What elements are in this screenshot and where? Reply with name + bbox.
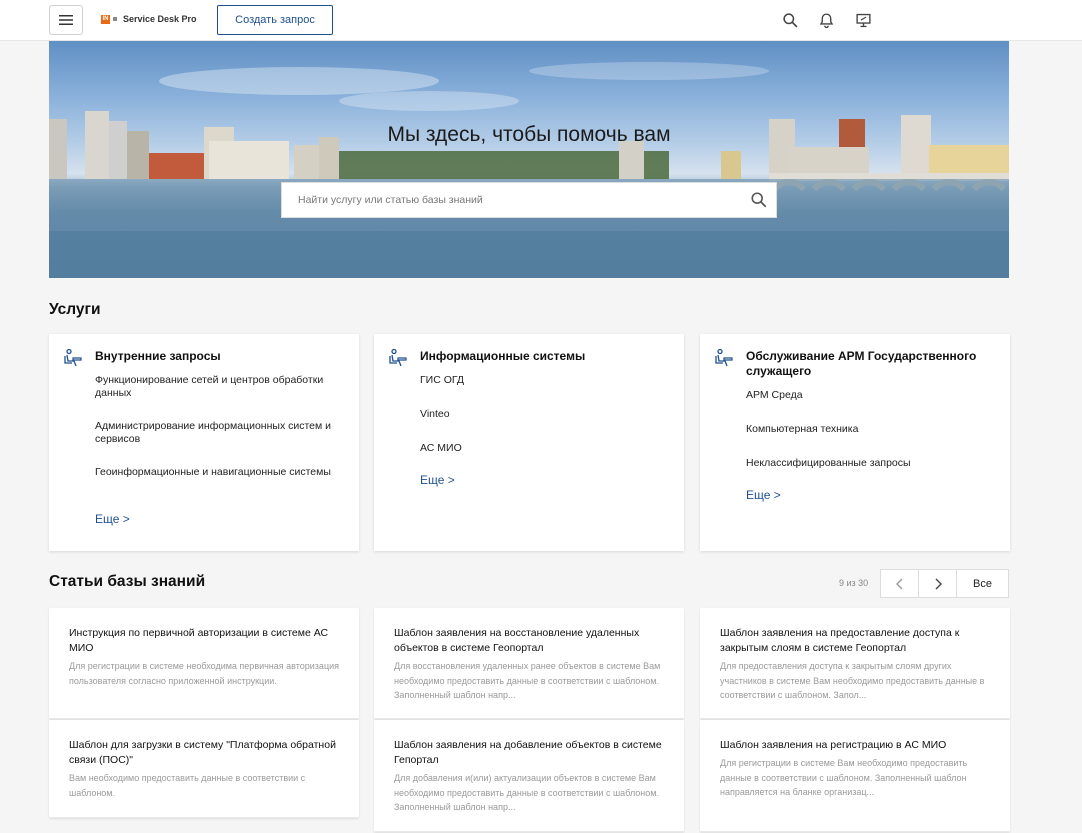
logo[interactable]: IN Service Desk Pro [101, 14, 197, 24]
article-card[interactable]: Шаблон для загрузки в систему "Платформа… [49, 720, 359, 818]
hero-search-box [281, 182, 777, 218]
chevron-right-icon [935, 578, 942, 589]
city-panorama-image [49, 62, 1009, 278]
search-icon [782, 12, 797, 27]
article-description: Для регистрации в системе Вам необходимо… [720, 758, 968, 797]
article-description: Для добавления и(или) актуализации объек… [394, 773, 659, 812]
remote-desktop-button[interactable] [853, 10, 873, 30]
service-list: АРМ Среда Компьютерная техника Неклассиф… [746, 389, 986, 470]
article-title: Инструкция по первичной авторизации в си… [69, 627, 329, 654]
bell-icon [819, 12, 833, 28]
article-card[interactable]: Шаблон заявления на предоставление досту… [700, 608, 1010, 719]
create-request-button[interactable]: Создать запрос [217, 5, 333, 35]
article-title: Шаблон заявления на добавление объектов … [394, 739, 662, 766]
service-link[interactable]: Функционирование сетей и центров обработ… [95, 374, 335, 400]
service-link[interactable]: Администрирование информационных систем … [95, 420, 335, 446]
article-card[interactable]: Инструкция по первичной авторизации в си… [49, 608, 359, 719]
service-list: ГИС ОГД Vinteo АС МИО [420, 374, 660, 455]
menu-icon [59, 15, 73, 25]
service-desk-icon [389, 348, 407, 367]
pager-count: 9 из 30 [839, 578, 869, 588]
search-button[interactable] [780, 10, 800, 30]
article-description: Для регистрации в системе необходима пер… [69, 661, 339, 686]
service-link[interactable]: Неклассифицированные запросы [746, 457, 986, 470]
service-link[interactable]: Vinteo [420, 408, 660, 421]
article-card[interactable]: Шаблон заявления на регистрацию в АС МИО… [700, 720, 1010, 832]
article-description: Для восстановления удаленных ранее объек… [394, 661, 661, 700]
article-card[interactable]: Шаблон заявления на восстановление удале… [374, 608, 684, 719]
service-link[interactable]: АС МИО [420, 442, 660, 455]
prev-page-button[interactable] [880, 569, 919, 598]
logo-badge: IN [101, 14, 110, 24]
more-link[interactable]: Еще > [95, 512, 130, 526]
logo-text: Service Desk Pro [123, 14, 197, 24]
article-card[interactable]: Шаблон заявления на добавление объектов … [374, 720, 684, 832]
services-heading: Услуги [49, 301, 101, 318]
service-desk-icon [715, 348, 733, 367]
article-title: Шаблон заявления на восстановление удале… [394, 627, 640, 654]
service-card[interactable]: Обслуживание АРМ Государственного служащ… [700, 334, 1010, 551]
article-description: Для предоставления доступа к закрытым сл… [720, 661, 985, 700]
service-list: Функционирование сетей и центров обработ… [95, 374, 335, 479]
service-card-title: Внутренние запросы [95, 349, 221, 363]
more-link[interactable]: Еще > [420, 473, 455, 487]
service-desk-icon [64, 348, 82, 367]
service-card-title: Обслуживание АРМ Государственного служащ… [746, 349, 977, 378]
logo-mark [113, 17, 117, 21]
more-link[interactable]: Еще > [746, 488, 781, 502]
service-card-title: Информационные системы [420, 349, 586, 363]
knowledge-heading: Статьи базы знаний [49, 573, 206, 590]
article-title: Шаблон заявления на предоставление досту… [720, 627, 960, 654]
service-card[interactable]: Внутренние запросы Функционирование сете… [49, 334, 359, 551]
menu-button[interactable] [49, 5, 83, 35]
article-description: Вам необходимо предоставить данные в соо… [69, 773, 306, 798]
article-title: Шаблон заявления на регистрацию в АС МИО [720, 739, 947, 751]
monitor-icon [855, 13, 871, 27]
hero-search-input[interactable] [282, 183, 722, 217]
service-link[interactable]: ГИС ОГД [420, 374, 660, 387]
chevron-left-icon [895, 578, 902, 589]
service-link[interactable]: Компьютерная техника [746, 423, 986, 436]
hero-banner: Мы здесь, чтобы помочь вам [49, 41, 1009, 278]
all-articles-button[interactable]: Все [956, 569, 1009, 598]
next-page-button[interactable] [918, 569, 957, 598]
article-title: Шаблон для загрузки в систему "Платформа… [69, 739, 336, 766]
service-card[interactable]: Информационные системы ГИС ОГД Vinteo АС… [374, 334, 684, 551]
top-bar: IN Service Desk Pro Создать запрос [0, 0, 1082, 41]
service-link[interactable]: АРМ Среда [746, 389, 986, 402]
search-icon[interactable] [750, 191, 768, 209]
hero-title: Мы здесь, чтобы помочь вам [387, 123, 671, 146]
notifications-button[interactable] [816, 10, 836, 30]
service-link[interactable]: Геоинформационные и навигационные систем… [95, 466, 335, 479]
